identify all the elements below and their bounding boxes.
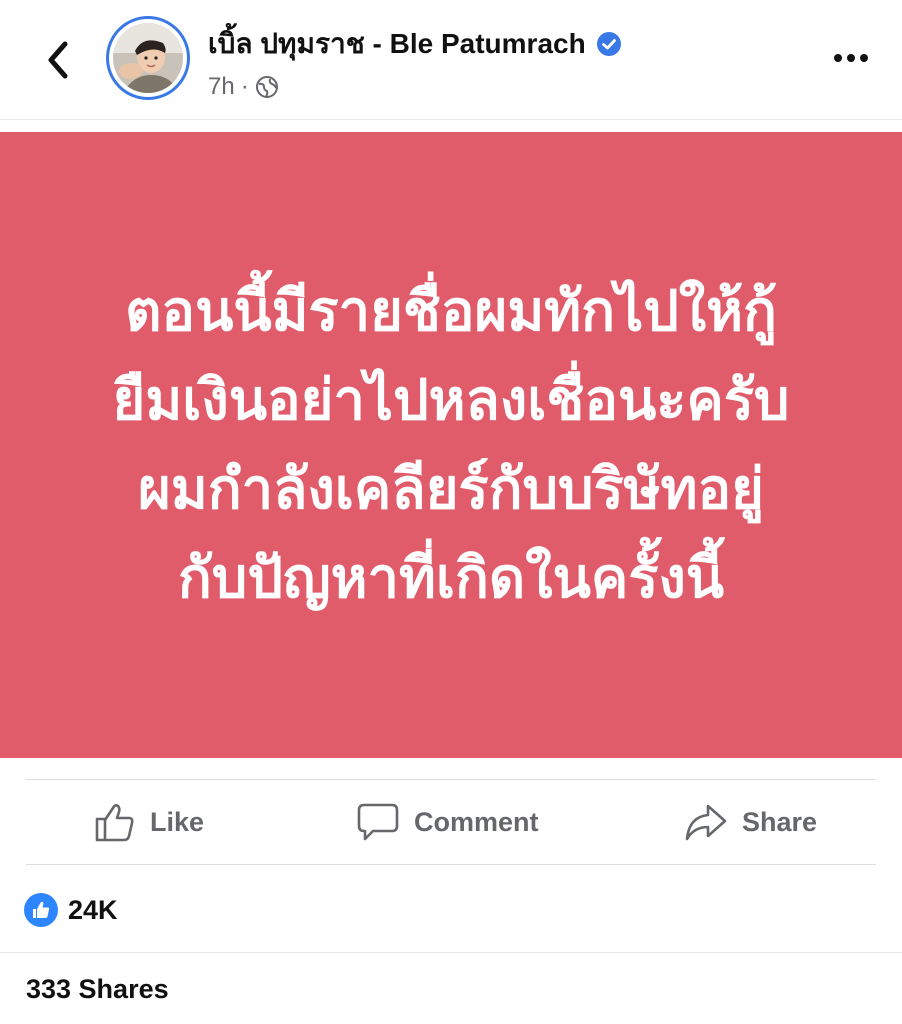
post-text: ตอนนี้มีรายชื่อผมทักไปให้กู้ ยืมเงินอย่า… [112, 279, 790, 611]
more-options-button[interactable] [828, 38, 874, 78]
share-arrow-icon [685, 804, 727, 841]
comment-label: Comment [414, 806, 539, 837]
verified-badge-icon [596, 32, 621, 56]
post-time[interactable]: 7h [208, 73, 235, 101]
avatar[interactable] [106, 16, 190, 100]
header-divider [0, 119, 902, 120]
meta-separator: · [240, 73, 249, 100]
author-row: เบิ้ล ปทุมราช - Ble Patumrach [208, 24, 622, 64]
actions-bottom-divider [26, 864, 876, 865]
like-label: Like [150, 806, 205, 837]
reaction-count: 24K [68, 894, 118, 925]
like-button[interactable]: Like [94, 780, 204, 864]
post-meta: 7h · [208, 70, 279, 104]
post-header: เบิ้ล ปทุมราช - Ble Patumrach 7h · [0, 0, 902, 120]
author-name[interactable]: เบิ้ล ปทุมราช - Ble Patumrach [208, 22, 586, 66]
stats-divider [0, 952, 902, 953]
share-count[interactable]: 333 Shares [26, 974, 169, 1005]
post-text-card[interactable]: ตอนนี้มีรายชื่อผมทักไปให้กู้ ยืมเงินอย่า… [0, 132, 902, 758]
like-reaction-icon [24, 893, 58, 927]
more-horizontal-icon [834, 54, 868, 62]
avatar-photo [113, 23, 183, 93]
comment-button[interactable]: Comment [356, 780, 539, 864]
back-button[interactable] [40, 38, 76, 82]
globe-icon [255, 76, 278, 98]
reactions-summary[interactable]: 24K [24, 888, 118, 932]
share-button[interactable]: Share [684, 780, 817, 864]
share-label: Share [742, 806, 818, 837]
comment-bubble-icon [357, 803, 399, 841]
post-actions: Like Comment Share [0, 780, 902, 864]
chevron-left-icon [48, 41, 68, 79]
thumbs-up-icon [95, 804, 134, 842]
